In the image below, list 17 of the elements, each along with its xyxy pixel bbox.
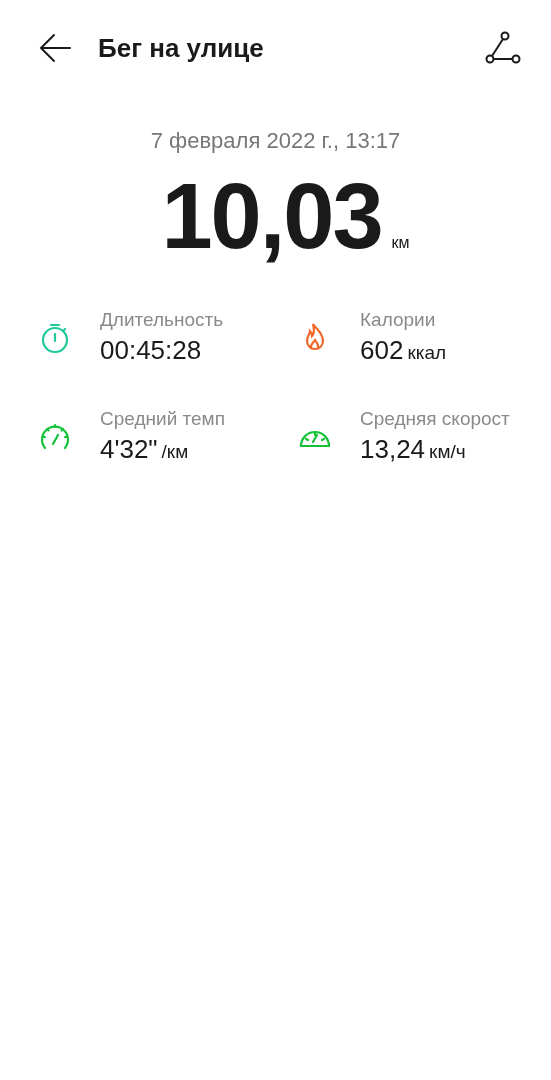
- distance-value: 10,03: [161, 164, 382, 269]
- stat-value: 602: [360, 335, 404, 366]
- stat-label: Калории: [360, 309, 437, 331]
- stat-label: Средняя скорост: [360, 408, 510, 430]
- page-title: Бег на улице: [98, 32, 265, 64]
- stat-value: 00:45:28: [100, 335, 202, 366]
- route-button[interactable]: [485, 31, 521, 65]
- stat-unit: /км: [161, 441, 189, 463]
- distance-unit: км: [391, 234, 410, 252]
- stat-unit: км/ч: [429, 441, 466, 463]
- stat-unit: ккал: [407, 342, 447, 364]
- workout-date: 7 февраля 2022 г., 13:17: [149, 128, 402, 154]
- stat-label: Длительность: [100, 309, 224, 331]
- stat-value: 4'32": [100, 434, 158, 465]
- stat-value: 13,24: [360, 434, 426, 465]
- stat-label: Средний темп: [100, 408, 225, 430]
- back-button[interactable]: [38, 33, 72, 63]
